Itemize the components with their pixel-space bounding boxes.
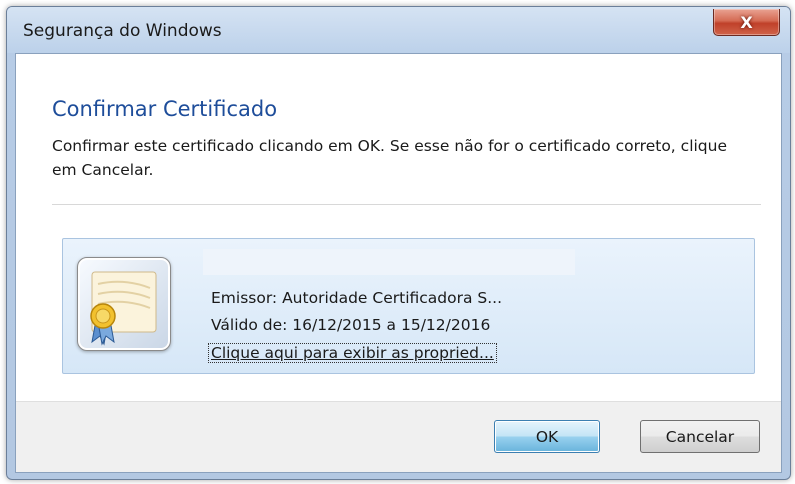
certificate-issuer: Emissor: Autoridade Certificadora S... xyxy=(211,289,503,307)
button-bar: OK Cancelar xyxy=(16,401,781,472)
view-properties-link[interactable]: Clique aqui para exibir as propried... xyxy=(208,343,497,363)
dialog-window: Segurança do Windows X Confirmar Certifi… xyxy=(6,6,791,480)
certificate-icon xyxy=(77,257,171,351)
cancel-button[interactable]: Cancelar xyxy=(640,420,760,453)
subject-redacted xyxy=(203,249,575,275)
certificate-panel[interactable]: Emissor: Autoridade Certificadora S... V… xyxy=(62,238,755,374)
certificate-validity: Válido de: 16/12/2015 a 15/12/2016 xyxy=(211,316,491,334)
certificate-icon-graphic xyxy=(90,271,157,346)
dialog-description: Confirmar este certificado clicando em O… xyxy=(52,137,727,179)
title-bar[interactable]: Segurança do Windows X xyxy=(7,7,790,53)
close-button[interactable]: X xyxy=(713,9,780,36)
dialog-heading: Confirmar Certificado xyxy=(52,97,278,121)
close-icon: X xyxy=(740,12,753,32)
divider xyxy=(52,204,761,205)
dialog-content: Confirmar Certificado Confirmar este cer… xyxy=(15,53,782,473)
ok-button[interactable]: OK xyxy=(494,420,600,453)
window-title: Segurança do Windows xyxy=(23,21,222,41)
